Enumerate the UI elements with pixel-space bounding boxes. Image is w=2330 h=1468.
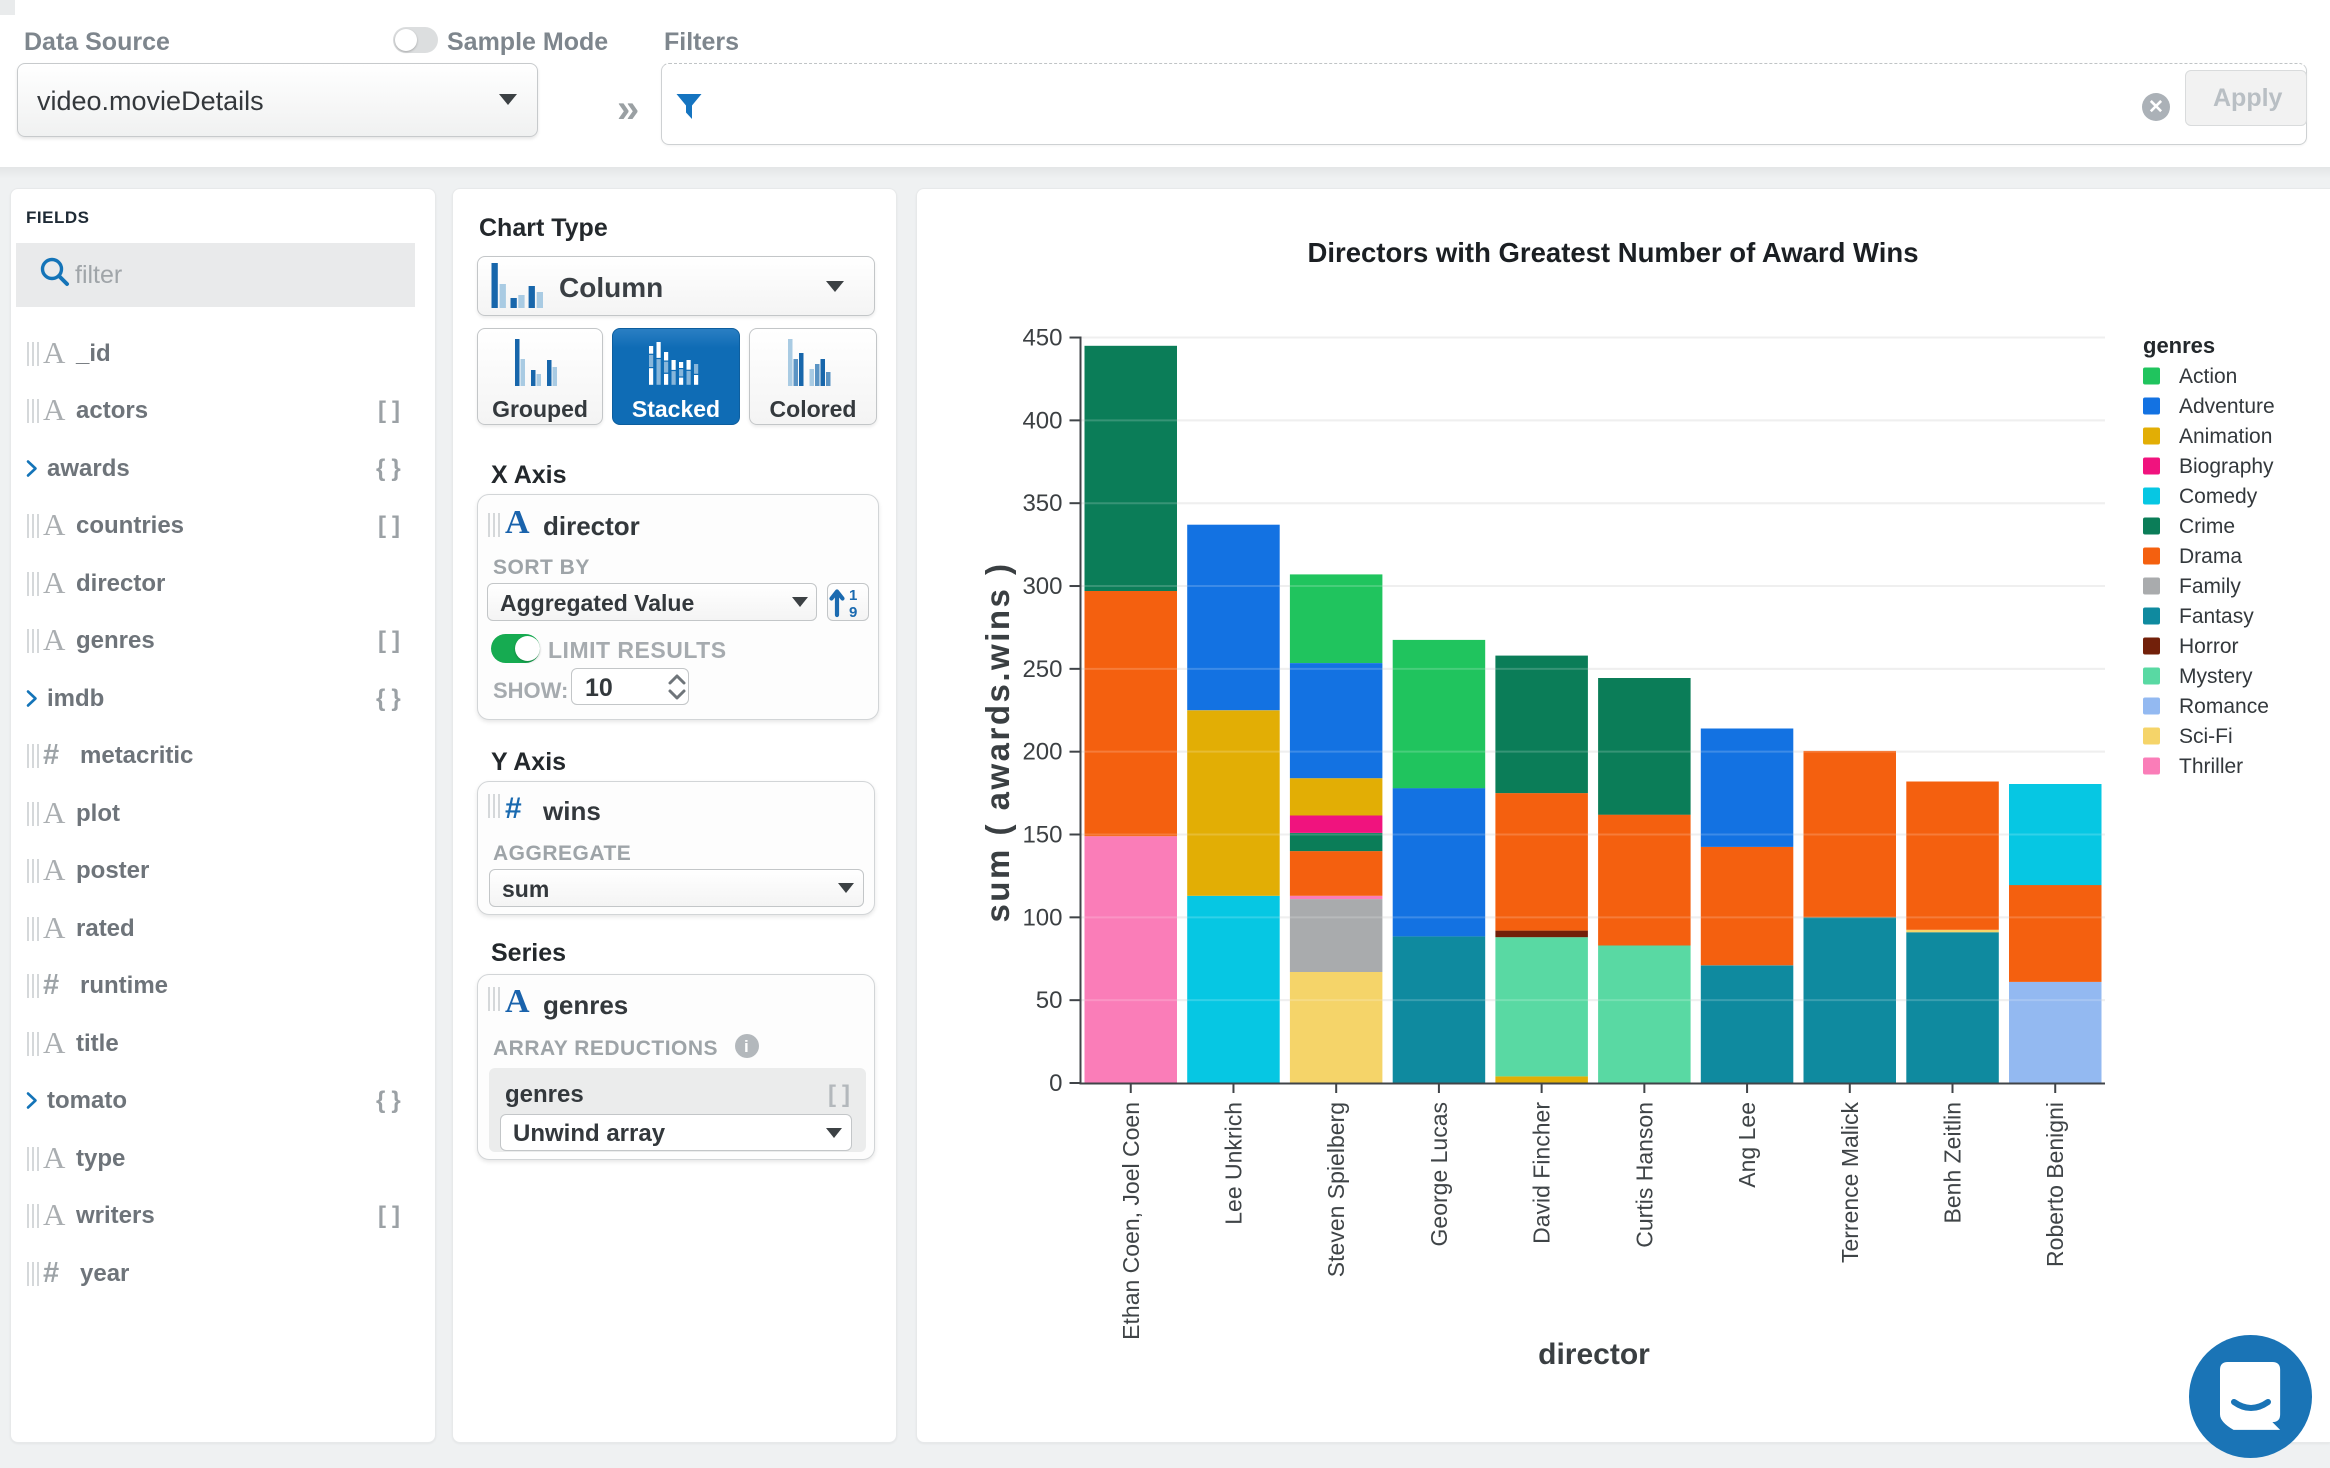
svg-text:director: director: [1538, 1338, 1650, 1371]
svg-text:0: 0: [1049, 1070, 1062, 1097]
svg-text:Romance: Romance: [2179, 695, 2269, 718]
svg-text:Curtis Hanson: Curtis Hanson: [1631, 1102, 1657, 1248]
svg-text:350: 350: [1022, 490, 1062, 517]
svg-text:Steven Spielberg: Steven Spielberg: [1323, 1102, 1349, 1277]
svg-text:100: 100: [1022, 904, 1062, 931]
svg-text:sum ( awards.wins ): sum ( awards.wins ): [979, 561, 1016, 922]
svg-text:Adventure: Adventure: [2179, 395, 2275, 418]
svg-text:Biography: Biography: [2179, 455, 2274, 478]
svg-text:Thriller: Thriller: [2179, 755, 2243, 778]
svg-text:Benh Zeitlin: Benh Zeitlin: [1940, 1102, 1966, 1223]
svg-text:Directors with Greatest Number: Directors with Greatest Number of Award …: [1308, 237, 1919, 268]
svg-text:Crime: Crime: [2179, 515, 2235, 538]
svg-text:450: 450: [1022, 325, 1062, 352]
svg-text:David Fincher: David Fincher: [1529, 1102, 1555, 1244]
svg-text:Animation: Animation: [2179, 425, 2272, 448]
svg-text:Fantasy: Fantasy: [2179, 605, 2254, 628]
svg-text:genres: genres: [2143, 333, 2215, 358]
svg-text:200: 200: [1022, 739, 1062, 766]
svg-text:150: 150: [1022, 822, 1062, 849]
svg-text:Action: Action: [2179, 365, 2237, 388]
svg-text:Mystery: Mystery: [2179, 665, 2253, 688]
svg-text:Ethan Coen, Joel Coen: Ethan Coen, Joel Coen: [1118, 1102, 1144, 1340]
svg-text:Horror: Horror: [2179, 635, 2239, 658]
svg-text:1: 1: [849, 587, 857, 604]
svg-text:Family: Family: [2179, 575, 2241, 598]
svg-text:250: 250: [1022, 656, 1062, 683]
svg-text:Comedy: Comedy: [2179, 485, 2258, 508]
svg-text:50: 50: [1036, 987, 1063, 1014]
svg-text:Ang Lee: Ang Lee: [1734, 1102, 1760, 1188]
svg-text:400: 400: [1022, 407, 1062, 434]
svg-text:300: 300: [1022, 573, 1062, 600]
svg-text:Drama: Drama: [2179, 545, 2242, 568]
svg-text:Terrence Malick: Terrence Malick: [1837, 1102, 1863, 1264]
svg-text:Lee Unkrich: Lee Unkrich: [1220, 1102, 1246, 1225]
svg-text:9: 9: [849, 604, 857, 621]
svg-text:Roberto Benigni: Roberto Benigni: [2042, 1102, 2068, 1267]
svg-text:George Lucas: George Lucas: [1426, 1102, 1452, 1246]
svg-text:Sci-Fi: Sci-Fi: [2179, 725, 2233, 748]
